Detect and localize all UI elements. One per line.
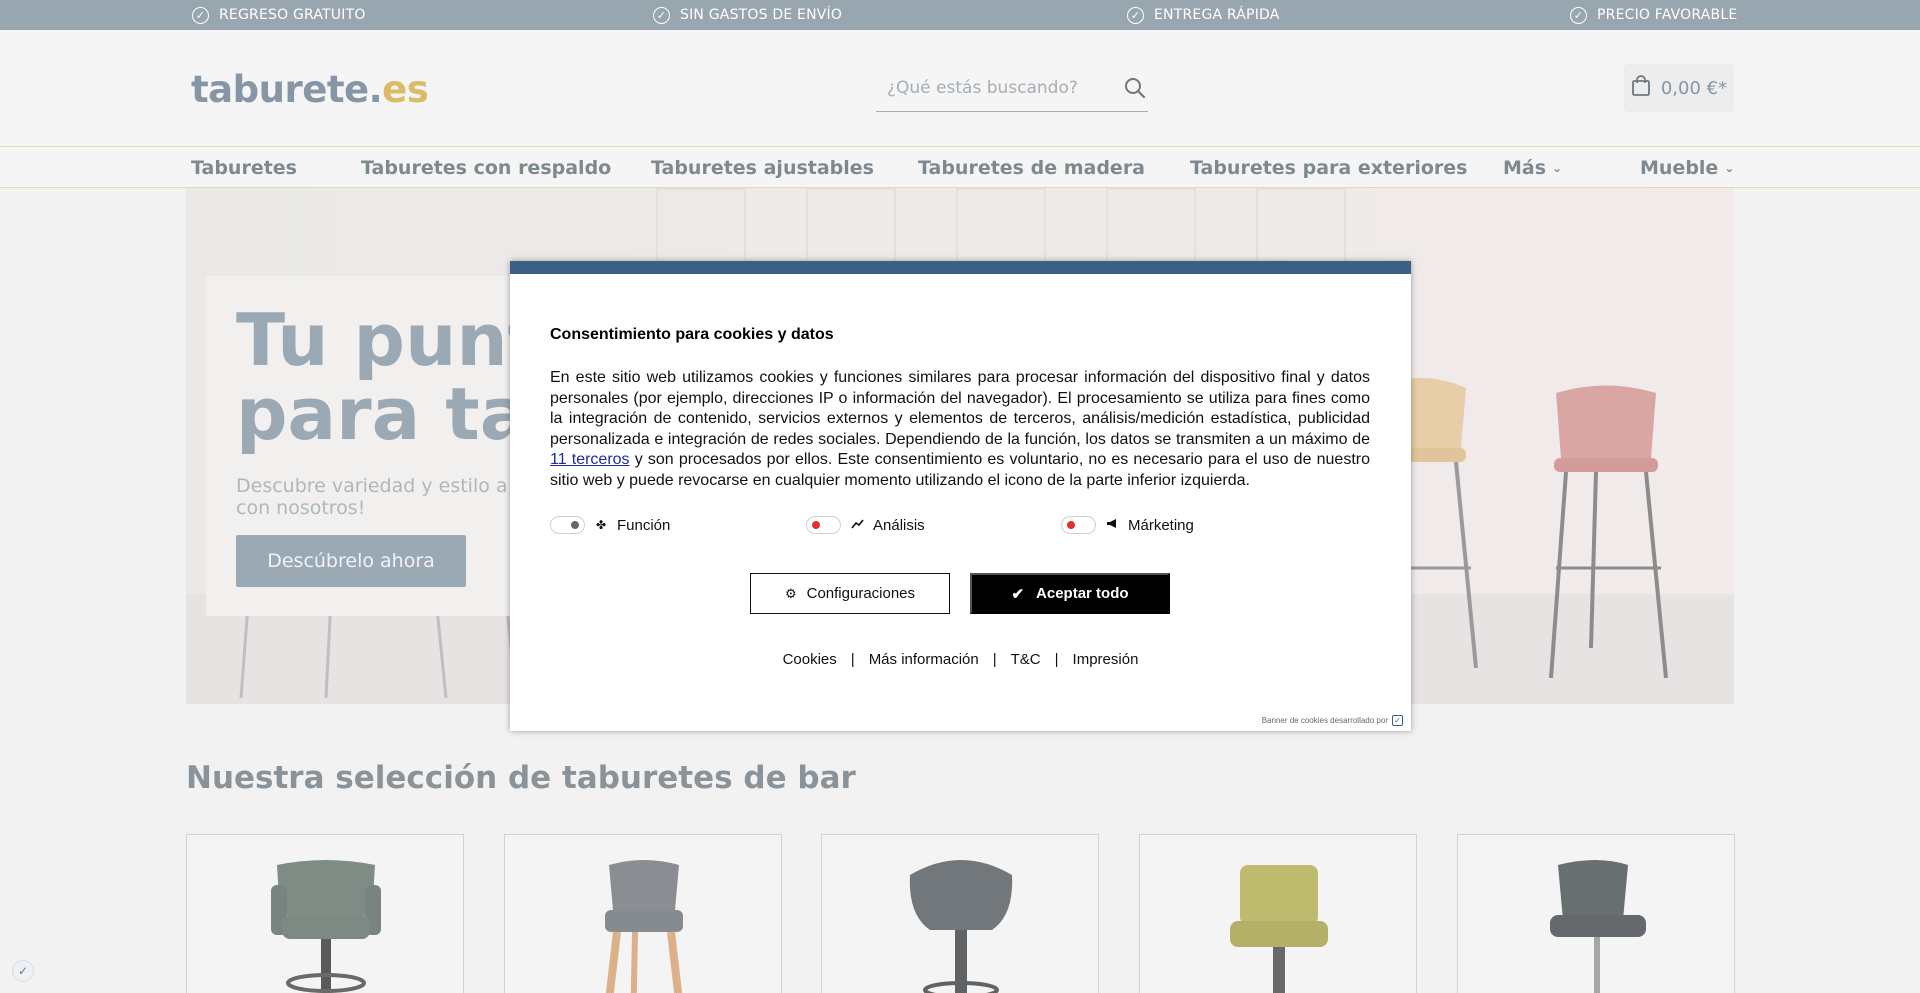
provider-logo-icon: ✓	[1392, 715, 1403, 726]
link-cookies[interactable]: Cookies	[783, 651, 837, 668]
toggle-label: Función	[617, 516, 671, 534]
toggle-marketing[interactable]: Márketing	[1061, 516, 1194, 534]
puzzle-icon: ✤	[595, 518, 607, 532]
settings-button[interactable]: ⚙ Configuraciones	[750, 573, 950, 614]
cookie-text-part: En este sitio web utilizamos cookies y f…	[550, 369, 1370, 448]
cookie-footer-links: Cookies | Más información | T&C | Impres…	[510, 651, 1411, 668]
toggle-switch[interactable]	[550, 516, 585, 534]
megaphone-icon	[1105, 518, 1119, 532]
cookie-text-part: y son procesados por ellos. Este consent…	[550, 451, 1370, 489]
settings-button-label: Configuraciones	[806, 585, 916, 602]
privacy-settings-icon[interactable]: ✓	[12, 960, 34, 982]
accept-all-label: Aceptar todo	[1036, 585, 1129, 602]
cookie-consent-dialog: Consentimiento para cookies y datos En e…	[510, 261, 1411, 731]
toggle-label: Márketing	[1128, 516, 1194, 534]
dialog-header-bar	[510, 261, 1411, 274]
consent-toggles: ✤ Función Análisis Márketing	[550, 516, 1370, 540]
link-imprint[interactable]: Impresión	[1073, 651, 1139, 668]
chart-line-icon	[850, 518, 864, 532]
cookie-dialog-text: En este sitio web utilizamos cookies y f…	[550, 368, 1370, 492]
credit-text: Banner de cookies desarrollado por	[1261, 716, 1388, 725]
link-separator: |	[850, 651, 855, 668]
accept-all-button[interactable]: ✔ Aceptar todo	[970, 573, 1170, 614]
banner-credit[interactable]: Banner de cookies desarrollado por ✓	[1262, 715, 1403, 726]
link-more-info[interactable]: Más información	[869, 651, 979, 668]
toggle-switch[interactable]	[806, 516, 841, 534]
link-terms[interactable]: T&C	[1011, 651, 1041, 668]
gear-icon: ⚙	[784, 585, 797, 601]
toggle-switch[interactable]	[1061, 516, 1096, 534]
third-parties-link[interactable]: 11 terceros	[550, 451, 630, 468]
link-separator: |	[992, 651, 997, 668]
toggle-analisis[interactable]: Análisis	[806, 516, 925, 534]
toggle-funcion[interactable]: ✤ Función	[550, 516, 670, 534]
link-separator: |	[1054, 651, 1059, 668]
cookie-dialog-title: Consentimiento para cookies y datos	[550, 326, 834, 343]
toggle-label: Análisis	[873, 516, 925, 534]
checkmark-icon: ✔	[1011, 585, 1025, 603]
